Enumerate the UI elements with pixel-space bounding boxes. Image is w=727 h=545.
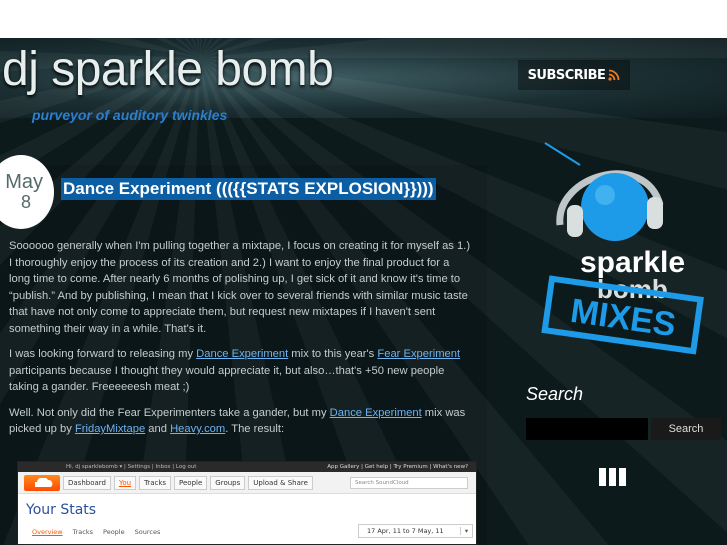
soundcloud-logo-icon (24, 474, 60, 491)
top-white-strip (0, 0, 727, 40)
fridaymixtape-link[interactable]: FridayMixtape (75, 423, 145, 435)
embedded-tab: Tracks (139, 475, 172, 490)
embedded-tab: People (174, 475, 208, 490)
embedded-topbar: Hi, dj sparklebomb ▾ | Settings | Inbox … (18, 462, 476, 472)
embedded-subtabs: Overview Tracks People Sources (32, 528, 161, 536)
embedded-caret-icon: ▾ (460, 527, 472, 535)
embedded-title: Your Stats (26, 502, 97, 518)
embedded-stats-screenshot: Hi, dj sparklebomb ▾ | Settings | Inbox … (17, 461, 477, 545)
search-heading: Search (526, 384, 584, 404)
embedded-nav: Dashboard You Tracks People Groups Uploa… (18, 472, 476, 494)
site-tagline: purveyor of auditory twinkles (32, 107, 228, 123)
dance-experiment-link[interactable]: Dance Experiment (196, 348, 288, 360)
post-body: Soooooo generally when I'm pulling toget… (9, 238, 472, 447)
site-title[interactable]: dj sparkle bomb (2, 42, 334, 97)
post-date-month: May (5, 171, 43, 194)
post-paragraph-1: Soooooo generally when I'm pulling toget… (9, 240, 471, 335)
post-paragraph-3: Well. Not only did the Fear Experimenter… (9, 406, 466, 436)
embedded-date-range: 17 Apr, 11 to 7 May, 11 ▾ (358, 524, 473, 538)
search-button[interactable]: Search (651, 418, 721, 440)
heavy-com-link[interactable]: Heavy.com (170, 423, 225, 435)
embedded-search: Search SoundCloud (350, 476, 468, 489)
embedded-tab: Groups (210, 475, 246, 490)
fear-experiment-link[interactable]: Fear Experiment (377, 348, 460, 360)
embedded-tab: Dashboard (63, 475, 111, 490)
subscribe-button[interactable]: SUBSCRIBE (518, 60, 630, 90)
search-input[interactable] (526, 418, 648, 440)
subscribe-label: SUBSCRIBE (527, 67, 606, 83)
sparkle-bomb-mixes-logo[interactable]: sparkle bomb MIXES (535, 135, 705, 365)
dance-experiment-link-2[interactable]: Dance Experiment (330, 407, 422, 419)
rss-icon (608, 69, 620, 81)
post-title[interactable]: Dance Experiment ((({{STATS EXPLOSION}})… (61, 178, 436, 200)
embedded-tab: Upload & Share (248, 475, 313, 490)
bars-icon (599, 468, 629, 486)
embedded-tab: You (113, 475, 137, 490)
post-date-day: 8 (20, 192, 31, 213)
post-paragraph-2: I was looking forward to releasing my Da… (9, 348, 461, 393)
